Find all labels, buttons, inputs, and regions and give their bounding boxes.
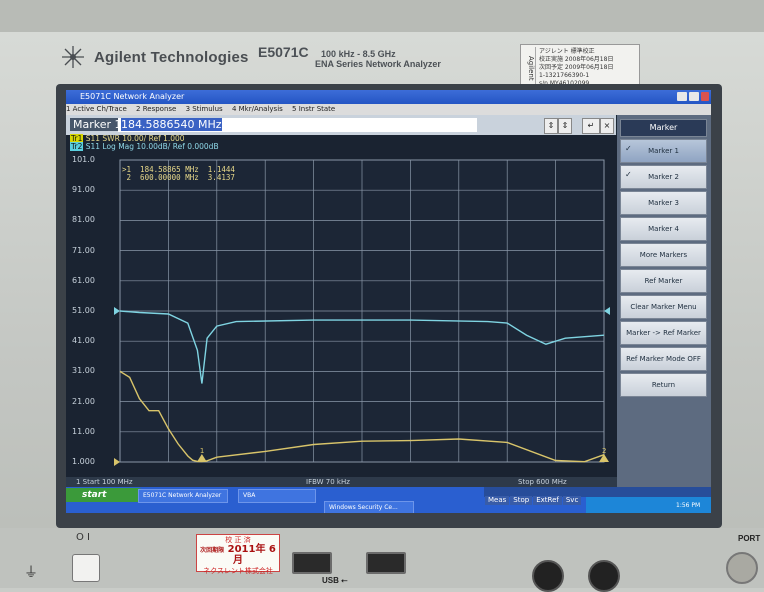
- check-icon: ✓: [625, 144, 632, 153]
- softkey-clear-marker-menu[interactable]: Clear Marker Menu: [620, 295, 707, 319]
- tray-clock: 1:56 PM: [676, 502, 701, 509]
- menu-active-ch-trace[interactable]: 1 Active Ch/Trace: [66, 105, 127, 113]
- entry-bar: Marker 1 184.5886540 MHz ⇕ ⇕ ↵ ×: [66, 115, 616, 135]
- close-button[interactable]: [701, 92, 709, 101]
- sticker-line: 1-1321766390-1: [539, 72, 590, 79]
- menu-mkr-analysis[interactable]: 4 Mkr/Analysis: [232, 105, 283, 113]
- task-windows-security[interactable]: Windows Security Ce...: [324, 501, 414, 513]
- power-standby-label: O I: [76, 532, 90, 543]
- start-label: start: [82, 490, 107, 500]
- menu-bar: 1 Active Ch/Trace 2 Response 3 Stimulus …: [66, 104, 711, 115]
- start-button[interactable]: start: [66, 488, 144, 502]
- softkey-panel: Marker ✓ Marker 1 ✓ Marker 2 Marker 3 Ma…: [617, 115, 711, 513]
- port-connector[interactable]: [726, 552, 758, 584]
- power-button[interactable]: [72, 554, 100, 582]
- step-arrows-icon[interactable]: ⇕: [558, 118, 572, 134]
- mode-meas: Meas: [485, 496, 510, 505]
- menu-instr-state[interactable]: 5 Instr State: [292, 105, 335, 113]
- marker-readout-2: 2 600.00000 MHz 3.4137: [122, 173, 235, 182]
- cal-stamp-company: ネクスレント株式会社: [203, 567, 273, 575]
- softkey-label: Return: [651, 381, 676, 389]
- check-icon: ✓: [625, 170, 632, 179]
- cal-stamp-date: 2011年 6月: [227, 544, 276, 566]
- instrument-top-strip: [0, 0, 764, 32]
- entry-label: Marker 1: [70, 118, 125, 131]
- status-row: 1 Start 100 MHz IFBW 70 kHz Stop 600 MHz: [66, 477, 617, 487]
- task-label: E5071C Network Analyzer: [143, 492, 222, 499]
- spin-arrows-icon[interactable]: ⇕: [544, 118, 558, 134]
- frequency-range: 100 kHz - 8.5 GHz: [321, 49, 396, 59]
- marker-frequency-value: 184.5886540 MHz: [121, 118, 222, 131]
- enter-icon[interactable]: ↵: [582, 118, 600, 134]
- mode-extref: ExtRef: [533, 496, 562, 505]
- usb-label: USB ⭠: [322, 576, 348, 585]
- agilent-spark-logo-icon: [60, 44, 86, 70]
- mode-svc: Svc: [562, 496, 582, 505]
- softkey-label: Marker 1: [648, 147, 679, 155]
- task-label: Windows Security Ce...: [329, 504, 398, 511]
- close-entry-icon[interactable]: ×: [600, 118, 614, 134]
- usb-text: USB: [322, 576, 339, 585]
- brand-name: Agilent Technologies: [94, 48, 249, 66]
- softkey-title: Marker: [620, 119, 707, 137]
- window-titlebar: E5071C Network Analyzer: [66, 90, 711, 104]
- softkey-ref-marker[interactable]: Ref Marker: [620, 269, 707, 293]
- softkey-marker-to-ref-marker[interactable]: Marker -> Ref Marker: [620, 321, 707, 345]
- softkey-label: Marker 4: [648, 225, 679, 233]
- calibration-stamp: 校 正 済 次回期限 2011年 6月 ネクスレント株式会社: [196, 534, 280, 575]
- ref-arrow-icon: [114, 307, 120, 315]
- sticker-brand: Agilent: [523, 47, 536, 89]
- softkey-marker-2[interactable]: ✓ Marker 2: [620, 165, 707, 189]
- softkey-more-markers[interactable]: More Markers: [620, 243, 707, 267]
- port-label: PORT: [738, 534, 761, 543]
- stop-frequency: Stop 600 MHz: [518, 478, 567, 486]
- trace-chart[interactable]: 12: [66, 135, 617, 477]
- window-title: E5071C Network Analyzer: [80, 92, 185, 101]
- task-label: VBA: [243, 492, 256, 499]
- softkey-label: Clear Marker Menu: [630, 303, 697, 311]
- softkey-label: Ref Marker Mode OFF: [626, 355, 701, 363]
- rotary-knob[interactable]: [532, 560, 564, 592]
- softkey-label: Marker 2: [648, 173, 679, 181]
- marker-number: 1: [200, 447, 204, 455]
- softkey-marker-4[interactable]: Marker 4: [620, 217, 707, 241]
- analyzer-screen: E5071C Network Analyzer 1 Active Ch/Trac…: [66, 90, 711, 513]
- menu-stimulus[interactable]: 3 Stimulus: [186, 105, 223, 113]
- sticker-line: 次回予定 2009年06月18日: [539, 64, 614, 71]
- softkey-label: Ref Marker: [644, 277, 683, 285]
- start-frequency: 1 Start 100 MHz: [76, 478, 133, 486]
- marker-frequency-input[interactable]: 184.5886540 MHz: [118, 118, 477, 132]
- ref-arrow-icon: [604, 307, 610, 315]
- mode-stop: Stop: [510, 496, 533, 505]
- usb-port[interactable]: [292, 552, 332, 574]
- cal-stamp-side: 次回期限: [200, 547, 225, 554]
- sticker-line: アジレント 標準校正: [539, 48, 595, 55]
- task-vba[interactable]: VBA: [238, 489, 316, 503]
- sticker-line: 校正実施 2008年06月18日: [539, 56, 614, 63]
- softkey-return[interactable]: Return: [620, 373, 707, 397]
- softkey-marker-1[interactable]: ✓ Marker 1: [620, 139, 707, 163]
- brand-area: Agilent Technologies: [60, 42, 249, 72]
- rotary-knob[interactable]: [588, 560, 620, 592]
- ref-arrow-icon: [114, 458, 120, 466]
- ground-symbol-icon: ⏚: [24, 565, 38, 581]
- menu-response[interactable]: 2 Response: [136, 105, 176, 113]
- model-label: E5071C 100 kHz - 8.5 GHz ENA Series Netw…: [258, 44, 441, 69]
- maximize-button[interactable]: [689, 92, 699, 101]
- softkey-marker-3[interactable]: Marker 3: [620, 191, 707, 215]
- ifbw: IFBW 70 kHz: [306, 478, 350, 486]
- softkey-label: Marker -> Ref Marker: [626, 329, 701, 337]
- model-number: E5071C: [258, 44, 309, 60]
- usb-port[interactable]: [366, 552, 406, 574]
- softkey-ref-marker-mode[interactable]: Ref Marker Mode OFF: [620, 347, 707, 371]
- model-series: ENA Series Network Analyzer: [315, 59, 441, 69]
- softkey-label: More Markers: [639, 251, 688, 259]
- minimize-button[interactable]: [677, 92, 687, 101]
- marker-number: 2: [602, 447, 606, 455]
- softkey-label: Marker 3: [648, 199, 679, 207]
- task-network-analyzer[interactable]: E5071C Network Analyzer: [138, 489, 228, 503]
- plot-area: Tr1 S11 SWR 10.00/ Ref 1.000 Tr2 S11 Log…: [66, 134, 617, 477]
- mode-bar: Meas Stop ExtRef Svc: [484, 487, 711, 505]
